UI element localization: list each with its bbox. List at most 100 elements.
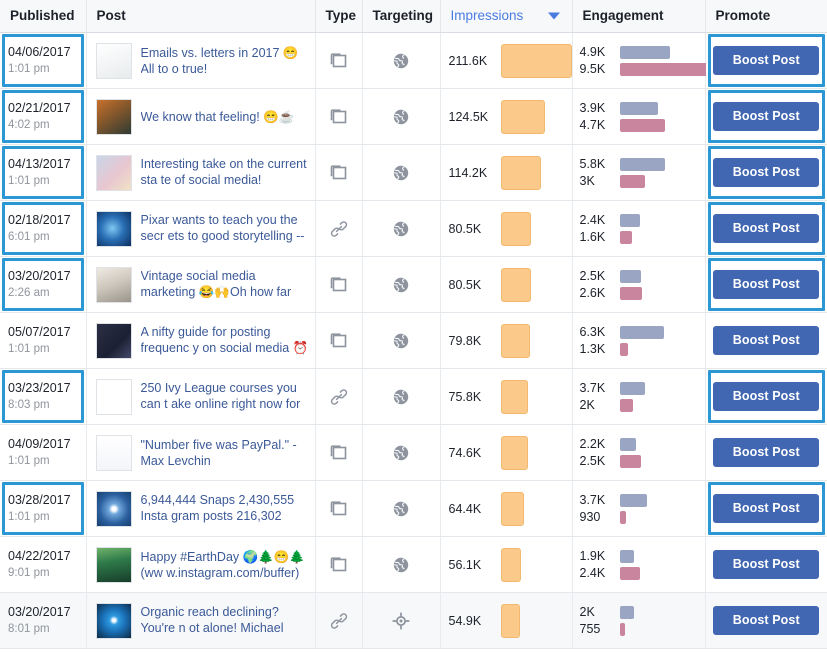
post-text-link[interactable]: Interesting take on the current sta te o… [141,156,309,189]
published-time: 1:01 pm [8,175,50,187]
cell-engagement: 5.8K 3K [572,144,706,201]
boost-post-button[interactable]: Boost Post [713,606,820,635]
post-thumbnail[interactable] [95,210,132,247]
cell-impressions: 74.6K [440,424,573,481]
post-text-link[interactable]: "Number five was PayPal." - Max Levchin [141,437,309,469]
published-time: 6:01 pm [8,231,50,243]
table-row[interactable]: 04/13/2017 1:01 pm Interesting take on the… [0,144,827,201]
post-thumbnail[interactable] [95,322,132,359]
boost-post-button[interactable]: Boost Post [713,158,820,187]
impressions-value: 75.8K [448,389,482,404]
post-thumbnail[interactable] [95,154,132,191]
link-icon [329,612,349,629]
post-text-link[interactable]: A nifty guide for posting frequenc y on … [141,324,309,357]
published-date: 05/07/2017 [8,325,71,339]
photos-album-icon [329,332,349,349]
engagement-bar-top [619,213,640,227]
cell-published: 03/28/2017 1:01 pm [0,480,87,537]
boost-post-button[interactable]: Boost Post [713,550,820,579]
engagement-bottom-value: 1.3K [579,341,606,356]
post-text-link[interactable]: 250 Ivy League courses you can t ake onl… [141,380,309,413]
cell-promote: Boost Post [705,536,827,593]
impressions-bar [500,99,545,134]
engagement-top-value: 3.7K [579,380,606,395]
engagement-top-value: 5.8K [579,156,606,171]
cell-promote: Boost Post [705,424,827,481]
post-thumbnail[interactable] [95,98,132,135]
post-thumbnail[interactable] [95,602,132,639]
published-time: 1:01 pm [8,343,50,355]
post-text-link[interactable]: Pixar wants to teach you the secr ets to… [141,212,309,245]
cell-published: 04/13/2017 1:01 pm [0,144,87,201]
post-text-link[interactable]: Happy #EarthDay 🌍🌲😁🌲 (ww w.instagram.com… [141,549,309,581]
engagement-top-value: 3.7K [579,492,606,507]
impressions-value: 80.5K [448,277,482,292]
engagement-top-value: 3.9K [579,100,606,115]
engagement-bottom-value: 2.4K [579,565,606,580]
cell-engagement: 2.5K 2.6K [572,256,706,313]
published-time: 8:01 pm [8,623,50,635]
engagement-bar-bottom [619,342,628,356]
cell-post: "Number five was PayPal." - Max Levchin [86,424,316,481]
post-text-link[interactable]: Vintage social media marketing 😂🙌Oh how … [141,268,309,301]
impressions-value: 114.2K [448,165,488,180]
cell-engagement: 1.9K 2.4K [572,536,706,593]
boost-post-button[interactable]: Boost Post [713,46,820,75]
published-time: 8:03 pm [8,399,50,411]
cell-promote: Boost Post [705,88,827,145]
globe-icon [391,332,411,349]
globe-icon [391,556,411,573]
boost-post-button[interactable]: Boost Post [713,494,820,523]
column-header-impressions[interactable]: Impressions [440,0,573,33]
post-text-link[interactable]: Emails vs. letters in 2017 😁All to o tru… [141,45,309,77]
cell-engagement: 2.4K 1.6K [572,200,706,257]
post-thumbnail[interactable] [95,490,132,527]
table-row[interactable]: 02/18/2017 6:01 pm Pixar wants to teach yo… [0,200,827,257]
cell-targeting [362,32,441,89]
post-text-link[interactable]: Organic reach declining? You're n ot alo… [141,604,309,637]
table-row[interactable]: 04/06/2017 1:01 pm Emails vs. letters in 2… [0,32,827,89]
column-header-promote[interactable]: Promote [705,0,827,33]
post-text-link[interactable]: 6,944,444 Snaps 2,430,555 Insta gram pos… [141,492,309,525]
impressions-bar [500,43,572,78]
cell-promote: Boost Post [705,480,827,537]
column-header-targeting[interactable]: Targeting [362,0,441,33]
cell-published: 05/07/2017 1:01 pm [0,312,87,369]
column-header-engagement[interactable]: Engagement [572,0,706,33]
column-header-type[interactable]: Type [315,0,363,33]
table-row[interactable]: 04/22/2017 9:01 pm Happy #EarthDay 🌍🌲😁🌲 (w… [0,536,827,593]
post-thumbnail[interactable] [95,434,132,471]
cell-post: Happy #EarthDay 🌍🌲😁🌲 (ww w.instagram.com… [86,536,316,593]
cell-post: 250 Ivy League courses you can t ake onl… [86,368,316,425]
engagement-top-value: 2.5K [579,268,606,283]
cell-post: 6,944,444 Snaps 2,430,555 Insta gram pos… [86,480,316,537]
post-thumbnail[interactable] [95,546,132,583]
table-row[interactable]: 03/20/2017 8:01 pm Organic reach declining… [0,592,827,649]
boost-post-button[interactable]: Boost Post [713,382,820,411]
boost-post-button[interactable]: Boost Post [713,326,820,355]
table-row[interactable]: 03/28/2017 1:01 pm 6,944,444 Snaps 2,430,5… [0,480,827,537]
cell-type [315,200,363,257]
column-header-published[interactable]: Published [0,0,87,33]
post-thumbnail[interactable] [95,42,132,79]
column-header-post[interactable]: Post [86,0,316,33]
table-row[interactable]: 03/20/2017 2:26 am Vintage social media ma… [0,256,827,313]
table-row[interactable]: 05/07/2017 1:01 pm A nifty guide for posti… [0,312,827,369]
post-thumbnail[interactable] [95,266,132,303]
post-text-link[interactable]: We know that feeling! 😁☕ [141,109,295,125]
table-row[interactable]: 03/23/2017 8:03 pm 250 Ivy League courses … [0,368,827,425]
engagement-bar-top [619,101,658,115]
boost-post-button[interactable]: Boost Post [713,270,820,299]
cell-engagement: 3.9K 4.7K [572,88,706,145]
table-row[interactable]: 02/21/2017 4:02 pm We know that feeling! 😁… [0,88,827,145]
table-row[interactable]: 04/09/2017 1:01 pm "Number five was PayPal… [0,424,827,481]
impressions-value: 80.5K [448,221,482,236]
boost-post-button[interactable]: Boost Post [713,214,820,243]
engagement-bar-bottom [619,454,641,468]
engagement-bottom-value: 2.5K [579,453,606,468]
boost-post-button[interactable]: Boost Post [713,438,820,467]
column-header-impressions-label: Impressions [450,8,524,23]
boost-post-button[interactable]: Boost Post [713,102,820,131]
caret-down-icon[interactable] [547,12,560,20]
post-thumbnail[interactable] [95,378,132,415]
